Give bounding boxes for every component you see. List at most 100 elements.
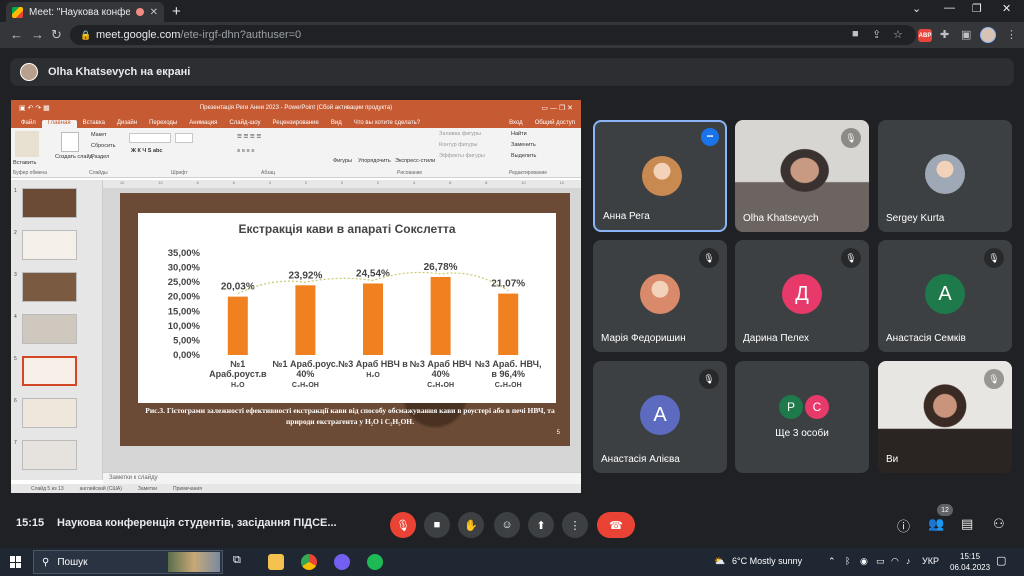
volume-icon[interactable]: ♪ (906, 556, 911, 566)
arrange-label: Упорядочить (358, 158, 391, 164)
leave-call-button[interactable]: ☎ (597, 512, 635, 538)
more-options-icon[interactable]: ••• (701, 128, 719, 146)
reactions-button[interactable]: ☺ (494, 512, 520, 538)
file-explorer-icon[interactable] (268, 554, 284, 570)
x-category-label: C₂H₅OH (292, 382, 319, 389)
task-view-icon[interactable]: ⧉ (233, 554, 249, 570)
browser-toolbar: ← → ↻ 🔒 meet.google.com/ete-irgf-dhn?aut… (0, 22, 1024, 48)
participant-tile[interactable]: А Анастасія Семків 🎙 (878, 240, 1012, 352)
participant-tile[interactable]: Sergey Kurta (878, 120, 1012, 232)
camera-in-use-icon[interactable]: ■ (852, 28, 859, 40)
raise-hand-button[interactable]: ✋ (458, 512, 484, 538)
close-window-button[interactable]: ✕ (1002, 2, 1011, 15)
bar-data-label: 20,03% (221, 282, 255, 293)
powerpoint-ribbon: Вставить Создать слайд Макет Сбросить Ра… (11, 128, 581, 178)
slide-thumbnail[interactable] (22, 398, 77, 428)
chrome-menu-icon[interactable]: ⋮ (1006, 28, 1017, 41)
presenting-text: Olha Khatsevych на екрані (48, 66, 191, 78)
powerpoint-title-bar: ▣ ↶ ↷ ▦ Презентація Реги Анни 2023 - Pow… (11, 100, 581, 115)
participant-tile[interactable]: Olha Khatsevych 🎙 (735, 120, 869, 232)
y-tick-label: 25,00% (168, 277, 201, 288)
mic-off-button[interactable]: 🎙 (390, 512, 416, 538)
adblock-extension-icon[interactable]: ABP (918, 29, 932, 42)
participant-tile[interactable]: Д Дарина Пелех 🎙 (735, 240, 869, 352)
windows-taskbar: ⚲ Пошук ⧉ ⛅ 6°C Mostly sunny ⌃ ᛒ ◉ ▭ ◠ ♪… (0, 548, 1024, 576)
slide-thumbnail-number: 1 (14, 188, 17, 194)
slide-thumbnail[interactable] (22, 230, 77, 260)
presenter-avatar (20, 63, 38, 81)
participant-name: Анастасія Алієва (601, 454, 680, 465)
participant-tile[interactable]: Марія Федоришин 🎙 (593, 240, 727, 352)
participant-tile[interactable]: А Анастасія Алієва 🎙 (593, 361, 727, 473)
slide-thumbnail[interactable] (22, 272, 77, 302)
ribbon-tab[interactable]: Анимация (183, 120, 223, 128)
slide-notes[interactable]: Заметки к слайду (103, 472, 581, 484)
participant-tile[interactable]: Ви 🎙 (878, 361, 1012, 473)
present-screen-button[interactable]: ⬆ (528, 512, 554, 538)
ribbon-tab[interactable]: Файл (15, 120, 42, 128)
more-options-button[interactable]: ⋮ (562, 512, 588, 538)
ribbon-tab[interactable]: Слайд-шоу (223, 120, 266, 128)
chat-icon[interactable]: ▤ (961, 516, 973, 532)
ribbon-tab[interactable]: Вставка (77, 120, 111, 128)
ribbon-tab[interactable]: Дизайн (111, 120, 143, 128)
side-panel-icon[interactable]: ▣ (961, 28, 971, 41)
wifi-icon[interactable]: ◠ (891, 556, 899, 567)
tab-title: Meet: "Наукова конференці (29, 6, 130, 18)
people-icon[interactable]: 👥 (928, 516, 944, 532)
ribbon-tab[interactable]: Главная (41, 120, 77, 128)
weather-text[interactable]: 6°C Mostly sunny (732, 556, 802, 566)
ribbon-tab[interactable]: Рецензирование (267, 120, 325, 128)
tab-search-icon[interactable]: ⌄ (912, 2, 921, 15)
ribbon-tab[interactable]: Что вы хотите сделать? (348, 120, 426, 128)
participant-avatar: А (640, 395, 680, 435)
bluetooth-icon[interactable]: ᛒ (845, 556, 850, 566)
address-bar[interactable]: 🔒 meet.google.com/ete-irgf-dhn?authuser=… (70, 25, 916, 45)
status-item: Примечания (173, 485, 202, 492)
activities-icon[interactable]: ⚇ (993, 516, 1005, 532)
participant-tile[interactable]: Анна Рега ••• (593, 120, 727, 232)
new-tab-button[interactable]: + (172, 3, 181, 20)
slide-thumbnail[interactable] (22, 188, 77, 218)
viber-taskbar-icon[interactable] (334, 554, 350, 570)
windows-start-icon[interactable] (10, 556, 22, 568)
slide-thumbnail[interactable] (22, 440, 77, 470)
quick-styles-label: Экспресс-стили (395, 158, 436, 164)
chrome-taskbar-icon[interactable] (301, 554, 317, 570)
slide-thumbnail[interactable] (22, 314, 77, 344)
spotify-taskbar-icon[interactable] (367, 554, 383, 570)
tray-app-icon[interactable]: ◉ (860, 556, 868, 567)
mic-off-icon: 🎙 (699, 248, 719, 268)
extensions-icon[interactable]: ✚ (940, 28, 949, 41)
forward-icon[interactable]: → (31, 27, 44, 42)
participant-name: Ще 3 особи (775, 428, 829, 439)
notifications-icon[interactable]: ▢ (996, 554, 1006, 567)
maximize-button[interactable]: ❐ (972, 2, 982, 15)
camera-button[interactable]: ■ (424, 512, 450, 538)
presenting-banner: Olha Khatsevych на екрані (10, 58, 1014, 86)
tab-close-icon[interactable]: ✕ (150, 7, 158, 18)
tray-chevron-icon[interactable]: ⌃ (828, 556, 836, 567)
browser-tab[interactable]: Meet: "Наукова конференці ✕ (6, 2, 164, 22)
x-category-label: №3 Араб НВЧ (410, 359, 472, 369)
back-icon[interactable]: ← (10, 27, 23, 42)
profile-avatar[interactable] (980, 27, 996, 43)
participant-name: Анна Рега (603, 211, 650, 222)
input-language[interactable]: УКР (922, 556, 939, 566)
taskbar-clock[interactable]: 15:15 06.04.2023 (950, 551, 990, 573)
meeting-info-icon[interactable]: ⓘ (897, 516, 910, 535)
slide-thumbnail[interactable] (22, 356, 77, 386)
participant-name: Olha Khatsevych (743, 213, 819, 224)
taskbar-search[interactable]: ⚲ Пошук (33, 550, 223, 574)
ribbon-tab[interactable]: Переходы (143, 120, 183, 128)
network-icon[interactable]: ▭ (876, 556, 885, 567)
bookmark-star-icon[interactable]: ☆ (893, 28, 903, 41)
reload-icon[interactable]: ↻ (51, 27, 62, 43)
slide-thumbnail-number: 7 (14, 440, 17, 446)
chart-bar (430, 276, 451, 355)
share-icon[interactable]: ⇪ (872, 28, 881, 41)
minimize-button[interactable]: — (944, 2, 955, 14)
ribbon-tab[interactable]: Вид (325, 120, 348, 128)
chart-title: Екстракція кави в апараті Сокслетта (238, 222, 455, 236)
participant-tile[interactable]: Р С Ще 3 особи (735, 361, 869, 473)
